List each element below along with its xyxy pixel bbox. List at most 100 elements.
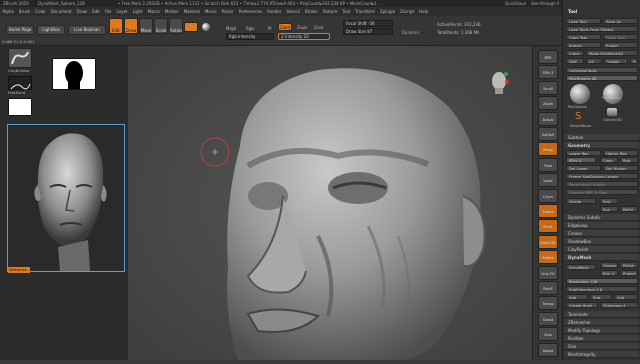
- reuv-toggle[interactable]: ReUV: [620, 206, 638, 212]
- project-toggle[interactable]: Project: [620, 270, 638, 276]
- add-button[interactable]: Add: [566, 294, 588, 300]
- thickness-slider[interactable]: Thickness 4: [600, 302, 638, 308]
- stroke-thumbnail-icon[interactable]: [8, 76, 32, 90]
- draw-size-slider[interactable]: Draw Size 87: [343, 28, 393, 35]
- polysphere-thumb-icon[interactable]: [603, 84, 623, 104]
- tray-local-button[interactable]: Local: [538, 173, 558, 188]
- menu-light[interactable]: Light: [133, 9, 143, 14]
- suv-toggle[interactable]: Suv: [600, 206, 618, 212]
- lightbox-button[interactable]: LightBox: [37, 25, 65, 35]
- menu-picker[interactable]: Picker: [222, 9, 234, 14]
- move-button[interactable]: Move: [139, 18, 153, 34]
- higher-res-button[interactable]: Higher Res: [603, 150, 638, 156]
- menu-file[interactable]: File: [105, 9, 112, 14]
- tray-persp-button[interactable]: Persp: [538, 142, 558, 157]
- sub-button[interactable]: Sub: [590, 294, 612, 300]
- rotate-button[interactable]: Rotate: [169, 18, 183, 34]
- mrgb-toggle[interactable]: Mrgb: [226, 26, 236, 31]
- rstr-button[interactable]: Rstr: [620, 157, 638, 163]
- tray-actual-button[interactable]: Actual: [538, 111, 558, 126]
- crease-section[interactable]: Crease: [565, 230, 639, 237]
- goz-button[interactable]: GoZ: [566, 58, 584, 64]
- create-shell-button[interactable]: Create Shell: [566, 302, 598, 308]
- polish-toggle[interactable]: Polish: [620, 262, 638, 268]
- r-button[interactable]: R: [630, 58, 638, 64]
- tray-frame-button[interactable]: Frame: [538, 204, 558, 218]
- menu-movie[interactable]: Movie: [205, 9, 217, 14]
- meshintegrity-section[interactable]: MeshIntegrity: [565, 351, 639, 358]
- focal-shift-slider[interactable]: Focal Shift -56: [343, 20, 393, 27]
- divide-button[interactable]: Divide: [566, 198, 596, 204]
- tray-rotate-button[interactable]: Rotate: [538, 250, 558, 265]
- tray-lsym-button[interactable]: LSym: [538, 188, 558, 203]
- load-from-project-button[interactable]: Load Tools From Project: [566, 26, 638, 32]
- and-button[interactable]: And: [614, 294, 638, 300]
- blur-slider[interactable]: Blur 2: [600, 270, 618, 276]
- tray-ghost-button[interactable]: Ghost: [538, 311, 558, 326]
- menu-texture[interactable]: Texture: [323, 9, 338, 14]
- make-polymesh-button[interactable]: Make PolyMesh3D: [586, 50, 638, 56]
- dynamesh-button[interactable]: DynaMesh: [566, 264, 596, 270]
- sdiv-slider[interactable]: SDiv 4: [566, 157, 596, 163]
- import-button[interactable]: Import: [566, 42, 601, 48]
- menu-render[interactable]: Render: [267, 9, 281, 14]
- menu-transform[interactable]: Transform: [355, 9, 375, 14]
- menu-layer[interactable]: Layer: [117, 9, 128, 14]
- tool-header[interactable]: Tool: [565, 8, 639, 15]
- menu-zscript[interactable]: Zscript: [400, 9, 414, 14]
- paste-tool-button[interactable]: Paste Tool: [603, 34, 638, 40]
- lightbox-tools-button[interactable]: Lightbox▸Tools: [566, 67, 638, 73]
- tray-line-fill-button[interactable]: Line Fill: [538, 265, 558, 280]
- load-tool-button[interactable]: Load Tool: [566, 18, 601, 24]
- lower-res-button[interactable]: Lower Res: [566, 150, 601, 156]
- tray-transp-button[interactable]: Transp: [538, 296, 558, 311]
- export-button[interactable]: Export: [603, 42, 638, 48]
- all-button[interactable]: All: [586, 58, 602, 64]
- clone-button[interactable]: Clone: [566, 50, 584, 56]
- cylinder-thumb-icon[interactable]: [607, 108, 617, 116]
- visible-button[interactable]: Visible: [604, 58, 628, 64]
- tray-floor-button[interactable]: Floor: [538, 157, 558, 172]
- menu-material[interactable]: Material: [184, 9, 200, 14]
- groups-toggle[interactable]: Groups: [600, 262, 618, 268]
- resolution-slider[interactable]: Resolution 128: [566, 278, 638, 284]
- tray-move-button[interactable]: Move: [538, 219, 558, 234]
- menu-color[interactable]: Color: [35, 9, 45, 14]
- tray-bpr-button[interactable]: BPR: [538, 50, 558, 64]
- z-intensity-slider[interactable]: Z Intensity 20: [278, 33, 330, 40]
- convert-bpr-button[interactable]: Convert BPR To Geo: [566, 189, 638, 195]
- claypolish-section[interactable]: ClayPolish: [565, 246, 639, 253]
- menu-draw[interactable]: Draw: [77, 9, 87, 14]
- viewport-canvas[interactable]: [128, 46, 532, 360]
- menu-zplugin[interactable]: Zplugin: [380, 9, 395, 14]
- reconstruct-subdiv-button[interactable]: Reconstruct Subdiv: [566, 181, 638, 187]
- live-boolean-button[interactable]: Live Boolean: [68, 25, 106, 35]
- menu-stencil[interactable]: Stencil: [286, 9, 300, 14]
- tray-zoom-button[interactable]: Zoom: [538, 96, 558, 111]
- save-as-button[interactable]: Save As: [603, 18, 638, 24]
- menu-macro[interactable]: Macro: [148, 9, 160, 14]
- del-lower-button[interactable]: Del Lower: [566, 165, 601, 171]
- alpha-thumbnail-icon[interactable]: [8, 98, 32, 116]
- edit-button[interactable]: Edit: [109, 18, 123, 34]
- shadowbox-section[interactable]: ShadowBox: [565, 238, 639, 245]
- tray-zoom3d-button[interactable]: Zoom3D: [538, 234, 558, 249]
- rgb-intensity-slider[interactable]: Rgb Intensity: [226, 33, 274, 40]
- dynamic-subdiv-section[interactable]: Dynamic Subdiv: [565, 214, 639, 221]
- polysphere-thumb-icon[interactable]: [570, 84, 590, 104]
- tray-scroll-button[interactable]: Scroll: [538, 80, 558, 95]
- geometry-section[interactable]: Geometry: [565, 142, 639, 149]
- rgb-toggle[interactable]: Rgb: [246, 26, 254, 31]
- tray-aahalf-button[interactable]: AAHalf: [538, 127, 558, 141]
- tray-solo-button[interactable]: Solo: [538, 327, 558, 342]
- navigation-head-icon[interactable]: [488, 70, 510, 96]
- menu-brush[interactable]: Brush: [19, 9, 31, 14]
- subprojection-slider[interactable]: SubProjection 0.6: [566, 286, 638, 292]
- smt-toggle[interactable]: Smt: [600, 198, 618, 204]
- scale-button[interactable]: Scale: [154, 18, 168, 34]
- reference-image-frame[interactable]: [7, 124, 125, 272]
- see-through-slider[interactable]: See-through 0: [531, 0, 559, 7]
- zcut-toggle[interactable]: Zcut: [314, 25, 323, 30]
- m-toggle[interactable]: M: [268, 26, 271, 31]
- material-sphere-icon[interactable]: [184, 22, 198, 32]
